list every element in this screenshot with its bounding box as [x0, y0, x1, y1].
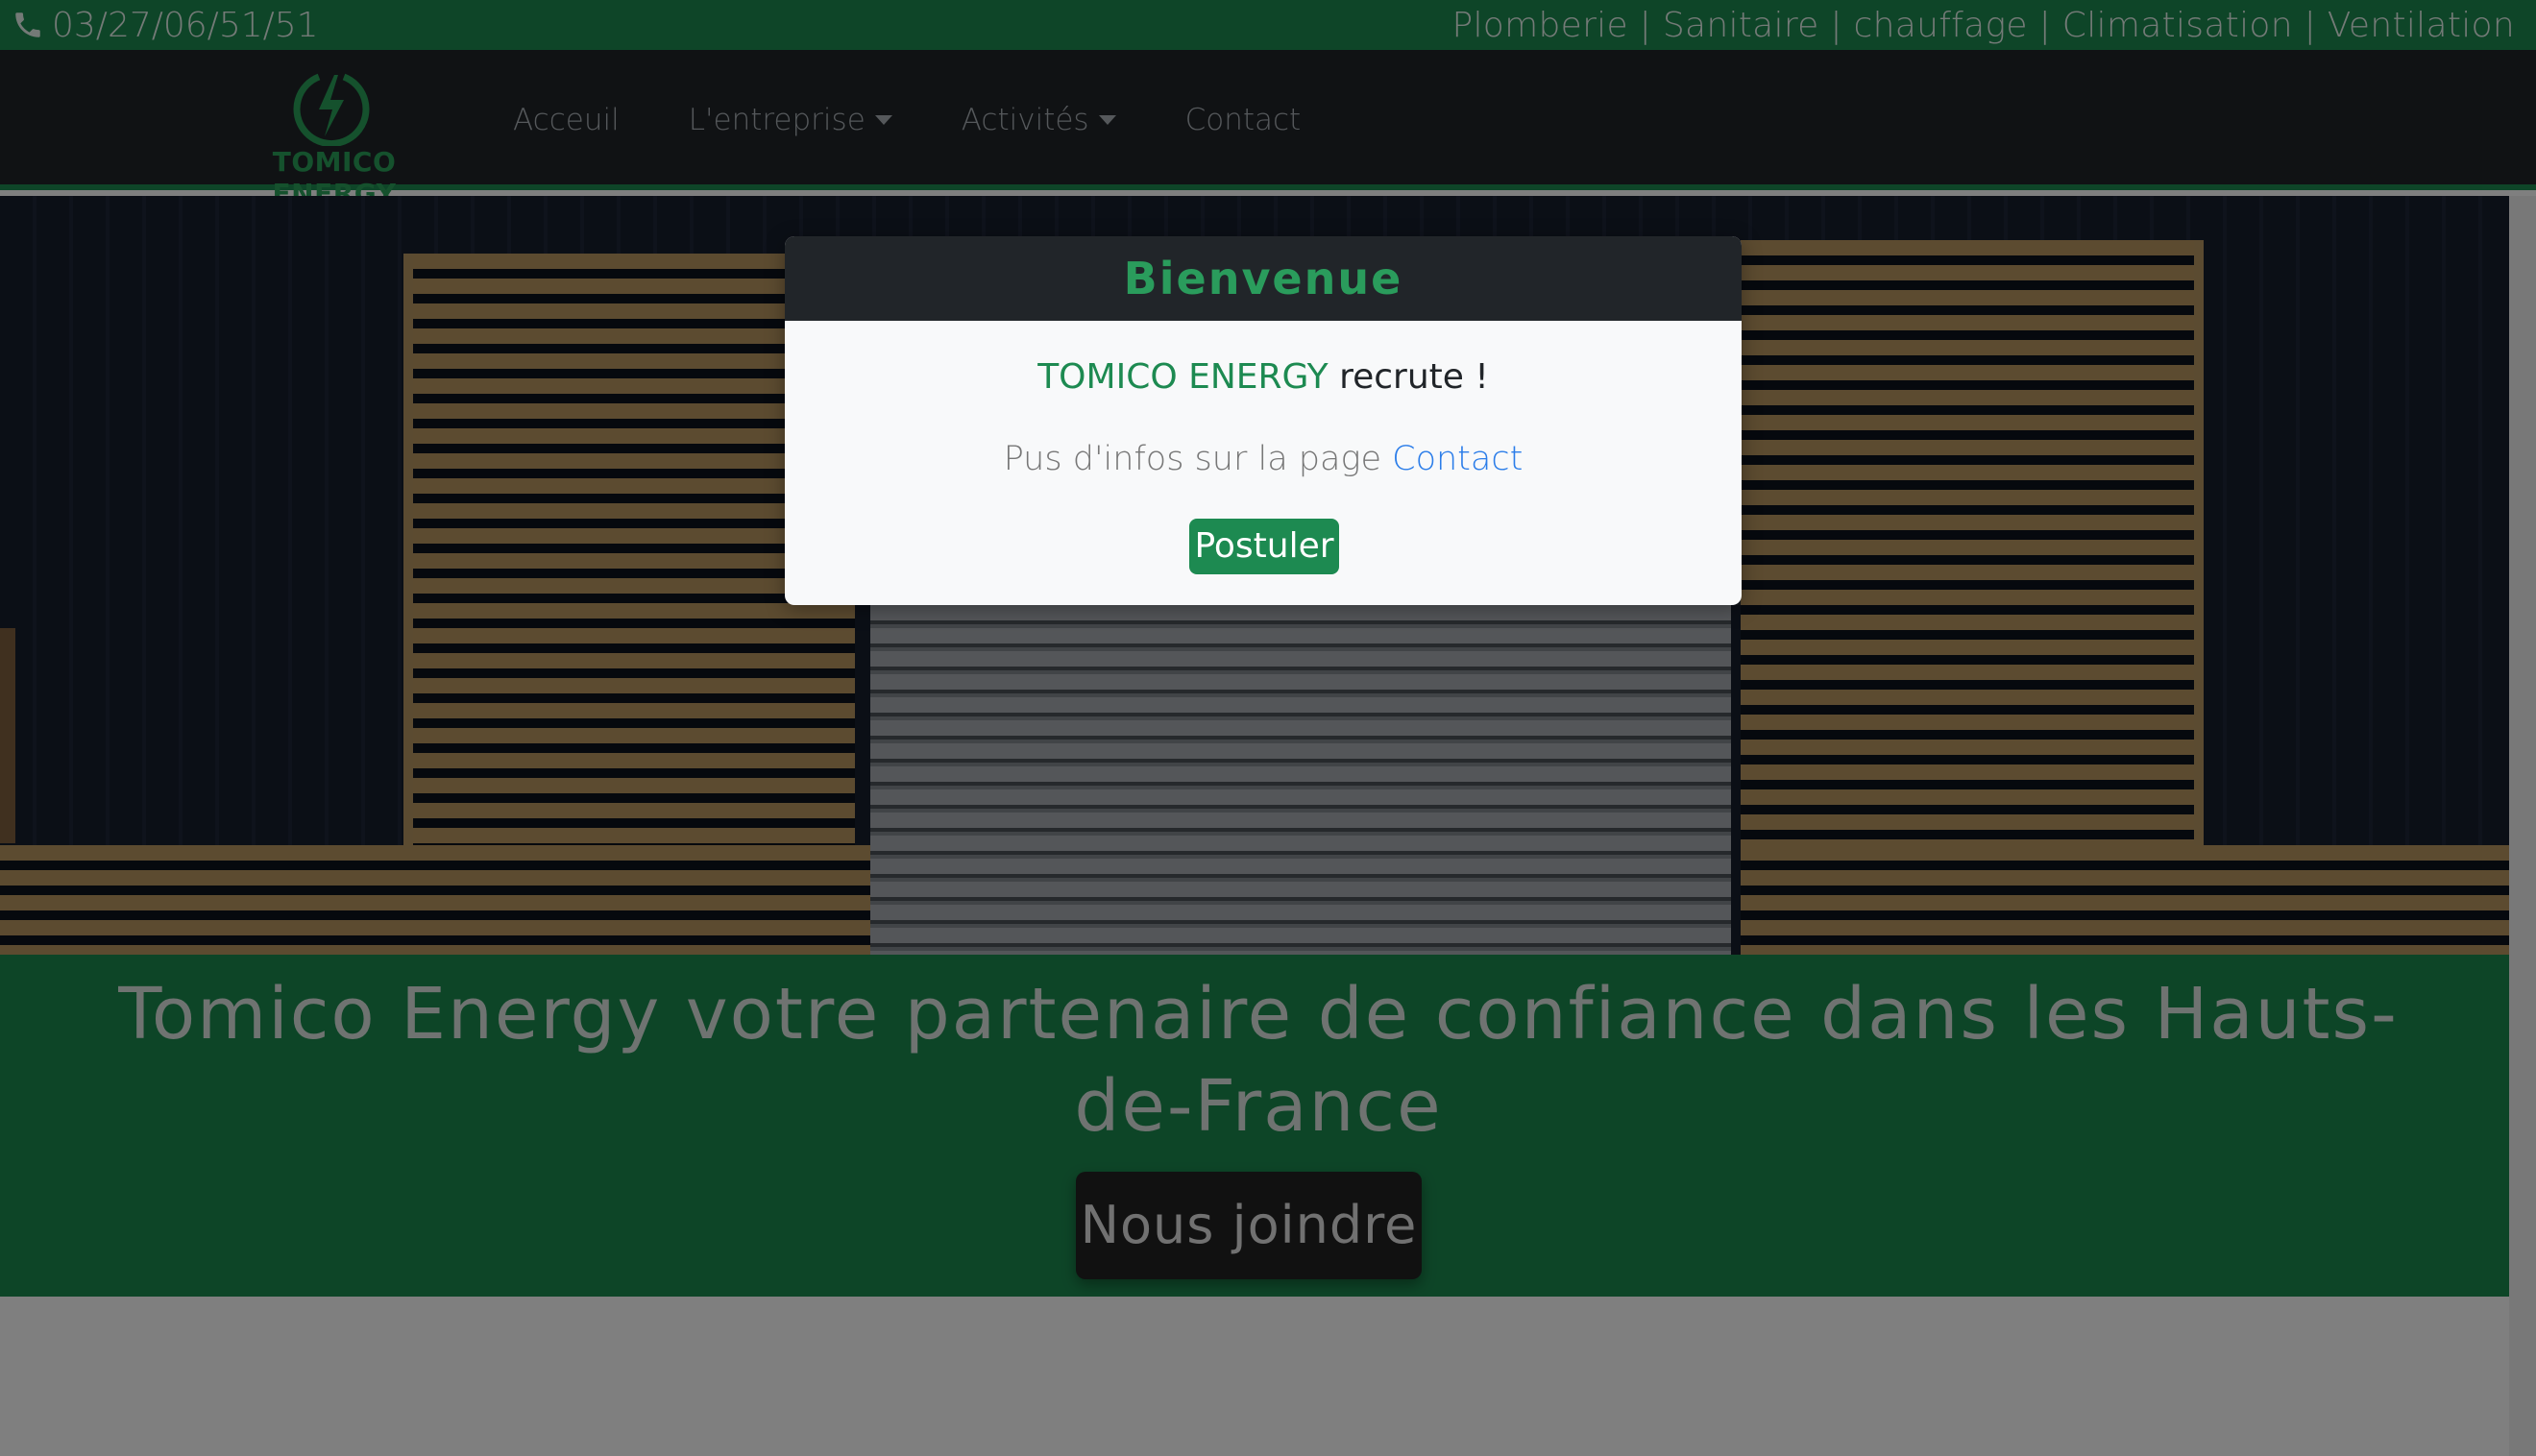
modal-title: Bienvenue — [785, 236, 1742, 321]
info-text: Pus d'infos sur la page — [1003, 440, 1393, 478]
contact-link[interactable]: Contact — [1392, 440, 1523, 478]
recruit-message: TOMICO ENERGY recrute ! — [785, 357, 1742, 397]
brand-name: TOMICO ENERGY — [1037, 357, 1329, 397]
welcome-modal: Bienvenue TOMICO ENERGY recrute ! Pus d'… — [785, 236, 1742, 605]
info-message: Pus d'infos sur la page Contact — [785, 440, 1742, 478]
modal-backdrop[interactable] — [0, 0, 2536, 1456]
recruit-text: recrute ! — [1328, 357, 1489, 397]
apply-button[interactable]: Postuler — [1189, 519, 1339, 574]
page: 03/27/06/51/51 Plomberie | Sanitaire | c… — [0, 0, 2536, 1456]
